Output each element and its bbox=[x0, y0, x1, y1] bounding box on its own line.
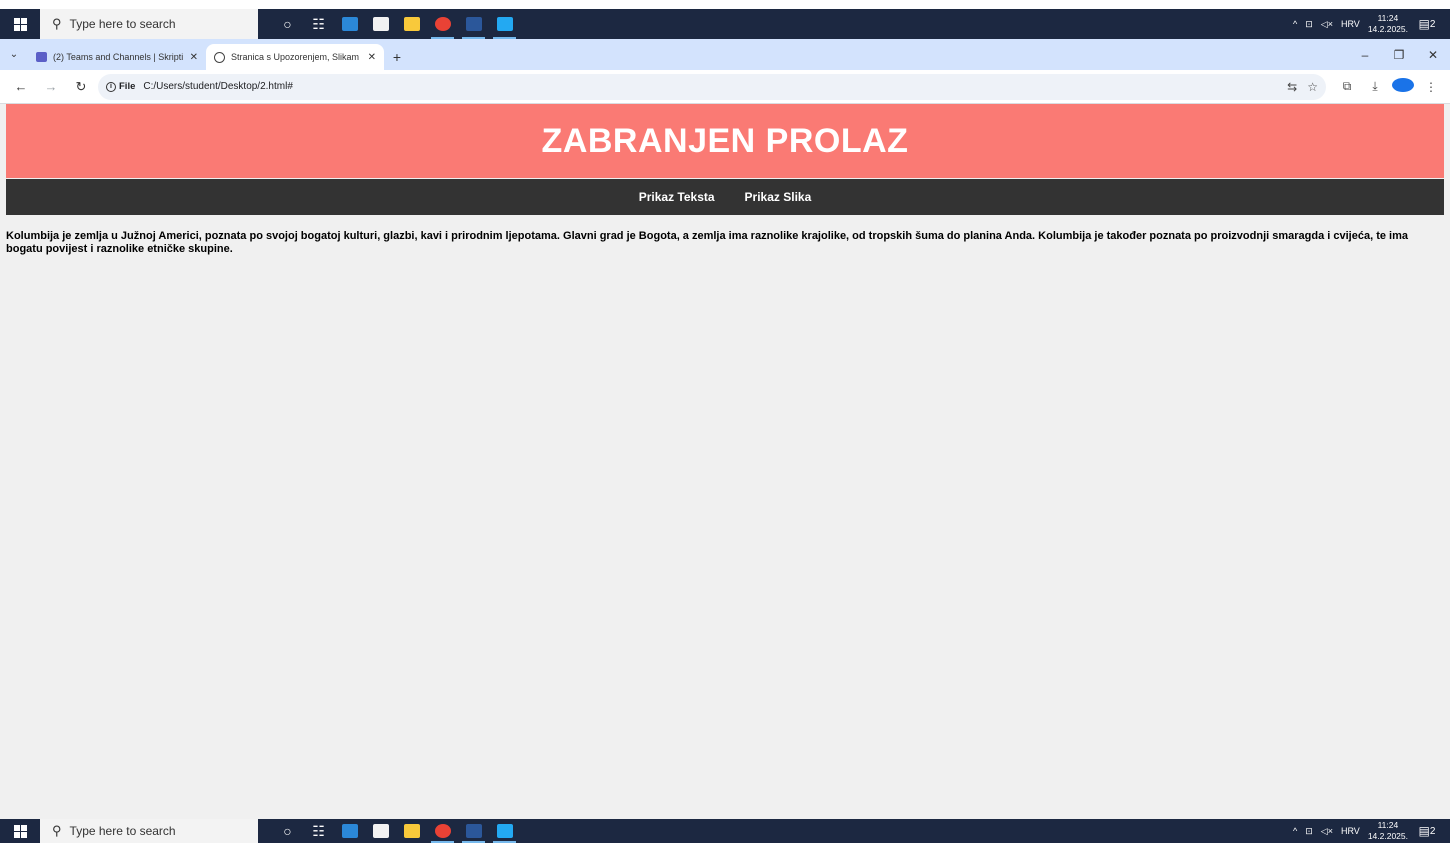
vscode-icon[interactable] bbox=[489, 9, 520, 39]
reload-icon[interactable]: ↻ bbox=[68, 74, 94, 100]
word-icon[interactable] bbox=[458, 9, 489, 39]
chrome-icon[interactable] bbox=[427, 819, 458, 843]
close-tab-icon[interactable]: ✕ bbox=[368, 52, 376, 63]
tab-search-dropdown[interactable]: ⌄ bbox=[0, 39, 28, 70]
new-tab-button[interactable]: + bbox=[384, 44, 410, 70]
star-icon[interactable]: ☆ bbox=[1307, 80, 1318, 94]
top-strip bbox=[0, 0, 1450, 9]
body-paragraph: Kolumbija je zemlja u Južnoj Americi, po… bbox=[6, 230, 1408, 255]
taskbar-search-placeholder: Type here to search bbox=[69, 824, 176, 838]
clock-time: 11:24 bbox=[1377, 820, 1399, 830]
network-icon[interactable]: ⊡ bbox=[1305, 19, 1313, 30]
minimize-icon[interactable]: – bbox=[1348, 48, 1382, 62]
language-indicator[interactable]: HRV bbox=[1341, 19, 1360, 29]
windows-icon bbox=[13, 17, 27, 31]
close-tab-icon[interactable]: ✕ bbox=[190, 52, 198, 63]
nav-link-images[interactable]: Prikaz Slika bbox=[745, 190, 812, 204]
file-explorer-icon[interactable] bbox=[396, 9, 427, 39]
info-icon: i bbox=[106, 81, 116, 92]
address-bar-row: ← → ↻ i File C:/Users/student/Desktop/2.… bbox=[0, 70, 1450, 104]
start-button[interactable] bbox=[0, 819, 40, 843]
menu-icon[interactable]: ⋮ bbox=[1420, 80, 1442, 94]
page-title: ZABRANJEN PROLAZ bbox=[541, 121, 909, 160]
start-button[interactable] bbox=[0, 9, 40, 39]
forward-arrow-icon[interactable]: → bbox=[38, 74, 64, 100]
chevron-up-icon[interactable]: ^ bbox=[1293, 826, 1297, 836]
language-indicator[interactable]: HRV bbox=[1341, 826, 1360, 836]
globe-icon bbox=[214, 51, 225, 63]
vscode-icon[interactable] bbox=[489, 819, 520, 843]
taskbar-top: ⚲ Type here to search ○ ☷ ^ ⊡ ◁× HRV 11:… bbox=[0, 9, 1450, 39]
tab-title: (2) Teams and Channels | Skripti bbox=[53, 52, 184, 62]
tab-title: Stranica s Upozorenjem, Slikam bbox=[231, 52, 360, 62]
close-window-icon[interactable]: ✕ bbox=[1416, 48, 1450, 62]
clock[interactable]: 11:24 14.2.2025. bbox=[1368, 13, 1408, 35]
taskbar-bottom: ⚲ Type here to search ○ ☷ ^ ⊡ ◁× HRV 11:… bbox=[0, 819, 1450, 843]
notification-count: 2 bbox=[1429, 825, 1436, 837]
notification-count: 2 bbox=[1429, 18, 1436, 30]
omnibox[interactable]: i File C:/Users/student/Desktop/2.html# … bbox=[98, 73, 1326, 100]
volume-icon[interactable]: ◁× bbox=[1321, 19, 1333, 30]
cortana-icon[interactable]: ○ bbox=[272, 819, 303, 843]
store-icon[interactable] bbox=[365, 819, 396, 843]
search-icon: ⚲ bbox=[52, 823, 62, 838]
system-tray: ^ ⊡ ◁× HRV 11:24 14.2.2025. ▤ 2 bbox=[1293, 9, 1450, 39]
tab-stranica[interactable]: Stranica s Upozorenjem, Slikam ✕ bbox=[206, 44, 384, 70]
clock-time: 11:24 bbox=[1377, 13, 1399, 23]
clock[interactable]: 11:24 14.2.2025. bbox=[1368, 820, 1408, 842]
task-view-icon[interactable]: ☷ bbox=[303, 9, 334, 39]
site-info-label: File bbox=[119, 81, 136, 92]
task-view-icon[interactable]: ☷ bbox=[303, 819, 334, 843]
notification-icon[interactable]: ▤ 2 bbox=[1416, 14, 1438, 34]
downloads-icon[interactable]: ⤓ bbox=[1364, 79, 1386, 94]
clock-date: 14.2.2025. bbox=[1367, 24, 1408, 34]
extensions-icon[interactable]: ⧉ bbox=[1336, 79, 1358, 94]
network-icon[interactable]: ⊡ bbox=[1305, 826, 1313, 837]
taskbar-search[interactable]: ⚲ Type here to search bbox=[40, 9, 258, 39]
file-explorer-icon[interactable] bbox=[396, 819, 427, 843]
windows-icon bbox=[13, 824, 27, 838]
chrome-icon[interactable] bbox=[427, 9, 458, 39]
clock-date: 14.2.2025. bbox=[1367, 831, 1408, 841]
url-text[interactable]: C:/Users/student/Desktop/2.html# bbox=[143, 81, 293, 92]
taskbar-search-placeholder: Type here to search bbox=[69, 17, 176, 31]
system-tray: ^ ⊡ ◁× HRV 11:24 14.2.2025. ▤ 2 bbox=[1293, 819, 1450, 843]
restore-icon[interactable]: ❐ bbox=[1382, 48, 1416, 62]
page-nav: Prikaz Teksta Prikaz Slika bbox=[6, 179, 1444, 215]
notification-icon[interactable]: ▤ 2 bbox=[1416, 821, 1438, 841]
back-arrow-icon[interactable]: ← bbox=[8, 74, 34, 100]
chevron-up-icon[interactable]: ^ bbox=[1293, 19, 1297, 29]
teams-icon bbox=[36, 52, 47, 62]
word-icon[interactable] bbox=[458, 819, 489, 843]
tab-teams[interactable]: (2) Teams and Channels | Skripti ✕ bbox=[28, 44, 206, 70]
warning-banner: ZABRANJEN PROLAZ bbox=[6, 104, 1444, 178]
store-icon[interactable] bbox=[365, 9, 396, 39]
cortana-icon[interactable]: ○ bbox=[272, 9, 303, 39]
taskbar-search[interactable]: ⚲ Type here to search bbox=[40, 819, 258, 843]
site-info-chip[interactable]: i File bbox=[106, 81, 135, 92]
nav-link-text[interactable]: Prikaz Teksta bbox=[639, 190, 715, 204]
volume-icon[interactable]: ◁× bbox=[1321, 826, 1333, 837]
translate-icon[interactable]: ⇆ bbox=[1287, 80, 1297, 94]
mail-icon[interactable] bbox=[334, 819, 365, 843]
page-viewport: ZABRANJEN PROLAZ Prikaz Teksta Prikaz Sl… bbox=[0, 104, 1450, 819]
profile-icon[interactable] bbox=[1392, 78, 1414, 95]
browser-tab-bar: ⌄ (2) Teams and Channels | Skripti ✕ Str… bbox=[0, 39, 1450, 70]
mail-icon[interactable] bbox=[334, 9, 365, 39]
search-icon: ⚲ bbox=[52, 16, 62, 31]
